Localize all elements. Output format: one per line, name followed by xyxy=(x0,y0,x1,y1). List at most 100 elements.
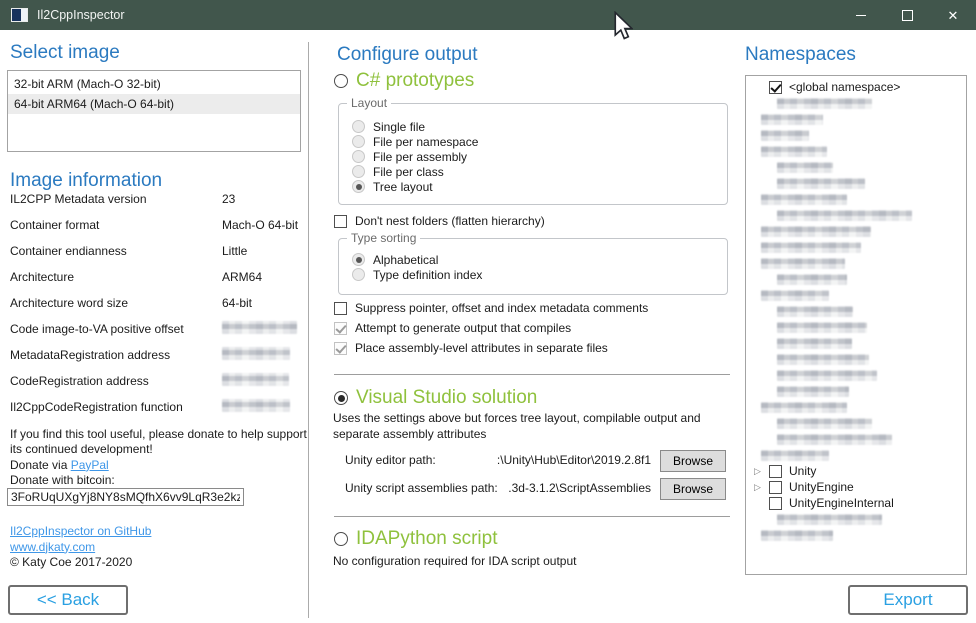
namespace-item[interactable]: ▷ xyxy=(746,335,966,351)
redacted-namespace xyxy=(777,210,912,221)
namespace-item[interactable]: ▷ <global namespace> xyxy=(746,79,966,95)
namespace-item[interactable]: ▷ xyxy=(746,143,966,159)
image-list-item[interactable]: 32-bit ARM (Mach-O 32-bit) xyxy=(8,74,300,94)
checkbox-icon xyxy=(334,322,347,335)
namespace-label: UnityEngine xyxy=(789,480,854,494)
namespace-item[interactable]: ▷ xyxy=(746,95,966,111)
namespace-item[interactable]: ▷ xyxy=(746,271,966,287)
redacted-namespace xyxy=(761,530,833,541)
close-button[interactable]: ✕ xyxy=(930,0,976,30)
image-list-item[interactable]: 64-bit ARM64 (Mach-O 64-bit) xyxy=(8,94,300,114)
radio-label: Tree layout xyxy=(373,180,433,194)
back-button[interactable]: << Back xyxy=(8,585,128,615)
flatten-hierarchy-label: Don't nest folders (flatten hierarchy) xyxy=(355,214,545,228)
close-icon: ✕ xyxy=(948,9,959,22)
checkbox-label: Place assembly-level attributes in separ… xyxy=(355,341,608,355)
namespace-checkbox[interactable] xyxy=(769,497,782,510)
column-separator xyxy=(308,42,309,618)
redacted-value xyxy=(222,347,290,360)
namespace-item[interactable]: ▷ xyxy=(746,175,966,191)
checkbox-label: Suppress pointer, offset and index metad… xyxy=(355,301,648,315)
info-label: MetadataRegistration address xyxy=(10,348,170,362)
visual-studio-solution-radio[interactable]: Visual Studio solution xyxy=(334,387,537,409)
namespace-item[interactable]: ▷ xyxy=(746,111,966,127)
expander-icon[interactable]: ▷ xyxy=(754,482,769,493)
info-value: 64-bit xyxy=(222,296,252,310)
unity-editor-path-label: Unity editor path: xyxy=(345,453,436,467)
redacted-namespace xyxy=(777,162,833,173)
redacted-namespace xyxy=(777,306,853,317)
browse-unity-editor-button[interactable]: Browse xyxy=(660,450,726,472)
image-listbox[interactable]: 32-bit ARM (Mach-O 32-bit) 64-bit ARM64 … xyxy=(7,70,301,152)
redacted-namespace xyxy=(777,514,882,525)
output-option-checkbox[interactable]: Place assembly-level attributes in separ… xyxy=(334,338,648,358)
export-button[interactable]: Export xyxy=(848,585,968,615)
namespace-item[interactable]: ▷ xyxy=(746,239,966,255)
namespace-item[interactable]: ▷ xyxy=(746,511,966,527)
radio-icon xyxy=(352,253,365,266)
namespace-item[interactable]: ▷ xyxy=(746,127,966,143)
namespace-item[interactable]: ▷ xyxy=(746,399,966,415)
namespace-label: UnityEngineInternal xyxy=(789,496,894,510)
donate-via-label: Donate via xyxy=(10,458,71,472)
info-row: Code image-to-VA positive offset xyxy=(10,318,302,344)
info-value: ARM64 xyxy=(222,270,262,284)
namespace-item[interactable]: ▷ xyxy=(746,303,966,319)
configure-output-heading: Configure output xyxy=(337,44,478,66)
namespace-item[interactable]: ▷ xyxy=(746,351,966,367)
redacted-namespace xyxy=(761,290,829,301)
redacted-namespace xyxy=(761,130,809,141)
namespace-item[interactable]: ▷ Unity xyxy=(746,463,966,479)
expander-icon[interactable]: ▷ xyxy=(754,466,769,477)
layout-option-radio[interactable]: File per namespace xyxy=(352,134,727,149)
layout-option-radio[interactable]: Single file xyxy=(352,119,727,134)
bitcoin-address-input[interactable] xyxy=(7,488,244,506)
idapython-description: No configuration required for IDA script… xyxy=(333,554,576,568)
type-sorting-option-radio[interactable]: Alphabetical xyxy=(352,252,727,267)
namespace-item[interactable]: ▷ xyxy=(746,415,966,431)
browse-script-assemblies-button[interactable]: Browse xyxy=(660,478,726,500)
namespace-item[interactable]: ▷ xyxy=(746,383,966,399)
namespace-item[interactable]: ▷ xyxy=(746,431,966,447)
github-link[interactable]: Il2CppInspector on GitHub xyxy=(10,524,151,538)
radio-label: File per class xyxy=(373,165,444,179)
namespace-item[interactable]: ▷ xyxy=(746,527,966,543)
redacted-namespace xyxy=(777,434,892,445)
layout-option-radio[interactable]: File per class xyxy=(352,164,727,179)
output-option-checkbox[interactable]: Suppress pointer, offset and index metad… xyxy=(334,298,648,318)
namespace-item[interactable]: ▷ UnityEngineInternal xyxy=(746,495,966,511)
maximize-button[interactable] xyxy=(884,0,930,30)
namespace-item[interactable]: ▷ xyxy=(746,159,966,175)
idapython-script-radio[interactable]: IDAPython script xyxy=(334,528,498,550)
namespace-item[interactable]: ▷ xyxy=(746,223,966,239)
namespace-item[interactable]: ▷ UnityEngine xyxy=(746,479,966,495)
namespace-checkbox[interactable] xyxy=(769,481,782,494)
copyright-text: © Katy Coe 2017-2020 xyxy=(10,555,132,569)
namespace-item[interactable]: ▷ xyxy=(746,319,966,335)
output-option-checkbox[interactable]: Attempt to generate output that compiles xyxy=(334,318,648,338)
info-label: Container endianness xyxy=(10,244,127,258)
redacted-value xyxy=(222,399,290,412)
namespace-checkbox[interactable] xyxy=(769,81,782,94)
namespace-checkbox[interactable] xyxy=(769,465,782,478)
redacted-namespace xyxy=(777,354,869,365)
namespaces-listbox[interactable]: ▷ <global namespace> ▷ ▷ ▷ xyxy=(745,75,967,575)
layout-option-radio[interactable]: File per assembly xyxy=(352,149,727,164)
csharp-prototypes-radio[interactable]: C# prototypes xyxy=(334,70,474,92)
layout-option-radio[interactable]: Tree layout xyxy=(352,179,727,194)
namespace-item[interactable]: ▷ xyxy=(746,447,966,463)
namespace-item[interactable]: ▷ xyxy=(746,191,966,207)
namespace-item[interactable]: ▷ xyxy=(746,367,966,383)
namespace-item[interactable]: ▷ xyxy=(746,255,966,271)
namespace-item[interactable]: ▷ xyxy=(746,207,966,223)
website-link[interactable]: www.djkaty.com xyxy=(10,540,95,554)
flatten-hierarchy-checkbox[interactable]: Don't nest folders (flatten hierarchy) xyxy=(334,214,545,228)
info-label: IL2CPP Metadata version xyxy=(10,192,147,206)
minimize-button[interactable] xyxy=(838,0,884,30)
redacted-namespace xyxy=(777,98,872,109)
type-sorting-option-radio[interactable]: Type definition index xyxy=(352,267,727,282)
namespace-item[interactable]: ▷ xyxy=(746,287,966,303)
redacted-namespace xyxy=(777,274,847,285)
paypal-link[interactable]: PayPal xyxy=(71,458,109,472)
app-window: Il2CppInspector ✕ Select image 32-bit AR… xyxy=(0,0,976,623)
